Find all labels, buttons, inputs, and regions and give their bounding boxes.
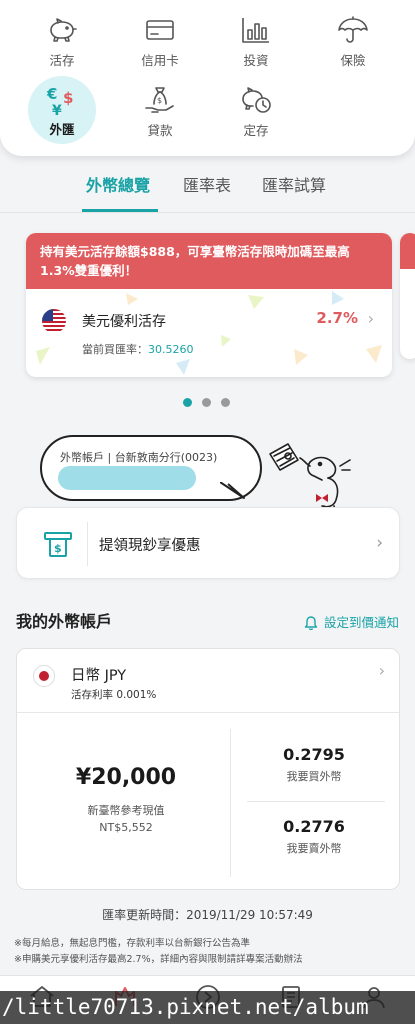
menu-label: 外匯 — [49, 121, 75, 137]
tab-rate-calculator[interactable]: 匯率試算 — [262, 172, 326, 196]
menu-item-loan[interactable]: $ 貸款 — [120, 82, 200, 150]
withdraw-cash-label: 提領現鈔享優惠 — [99, 538, 201, 554]
menu-item-demand-deposit[interactable]: 活存 — [22, 12, 102, 80]
credit-card-icon — [146, 20, 174, 40]
promo-buy-rate: 當前買匯率：30.5260 — [82, 341, 194, 357]
disclaimer-text: ※申購美元享優利活存最高2.7%，詳細內容與限制請詳專案活動辦法 — [14, 954, 303, 965]
menu-label: 投資 — [243, 53, 269, 68]
svg-text:$: $ — [54, 542, 62, 555]
menu-item-insurance[interactable]: 保險 — [313, 12, 393, 80]
twd-reference-value: NT$5,552 — [99, 821, 153, 834]
piggy-clock-icon — [242, 87, 271, 113]
menu-label: 保險 — [340, 53, 366, 68]
divider — [0, 212, 415, 213]
withdraw-cash-offer-card[interactable]: $ 提領現鈔享優惠 › — [16, 507, 400, 579]
carousel-indicator — [183, 398, 230, 407]
divider — [17, 712, 399, 713]
promo-card[interactable]: 持有美元活存餘額$888，可享臺幣活存限時加碼至最高1.3%雙重優利！ 美元優利… — [26, 233, 392, 377]
divider — [247, 801, 385, 802]
carousel-dot[interactable] — [221, 398, 230, 407]
twd-reference-label: 新臺幣參考現值 — [87, 804, 165, 817]
svg-text:€: € — [46, 85, 57, 103]
menu-item-time-deposit[interactable]: 定存 — [216, 82, 296, 150]
rate-alert-link[interactable]: 設定到價通知 — [304, 612, 399, 631]
promo-product-name: 美元優利活存 — [82, 314, 166, 330]
menu-item-investment[interactable]: 投資 — [216, 12, 296, 80]
promo-body: 美元優利活存 2.7% › 當前買匯率：30.5260 — [26, 289, 392, 377]
buy-rate-label: 我要買外幣 — [286, 770, 342, 783]
disclaimer-text: ※每月給息，無起息門檻，存款利率以台新銀行公告為準 — [14, 938, 250, 949]
account-interest-rate: 活存利率 0.001% — [71, 689, 157, 701]
chevron-right-icon: › — [367, 309, 374, 328]
promo-rate: 2.7% — [316, 309, 358, 327]
buy-rate-value: 0.2795 — [283, 745, 345, 764]
promo-buy-rate-value: 30.5260 — [148, 343, 194, 356]
menu-label: 定存 — [243, 123, 269, 138]
sell-rate-value: 0.2776 — [283, 817, 345, 836]
menu-item-credit-card[interactable]: 信用卡 — [120, 12, 200, 80]
confetti-decoration — [36, 291, 382, 375]
masked-account-number — [58, 466, 196, 490]
account-balance: ¥20,000 — [75, 765, 177, 790]
menu-label: 貸款 — [147, 123, 173, 138]
promo-banner: 持有美元活存餘額$888，可享臺幣活存限時加碼至最高1.3%雙重優利！ — [26, 233, 392, 289]
svg-text:¥: ¥ — [52, 103, 62, 119]
us-flag-icon — [42, 309, 66, 333]
bubble-tail — [220, 482, 245, 499]
menu-label: 活存 — [49, 53, 75, 68]
next-promo-card[interactable] — [400, 233, 415, 359]
my-forex-accounts-title: 我的外幣帳戶 — [16, 612, 113, 631]
menu-label: 信用卡 — [141, 53, 179, 68]
bell-icon — [304, 615, 318, 630]
buy-forex-button[interactable]: 0.2795 我要買外幣 — [243, 745, 385, 784]
money-hand-icon: $ — [145, 87, 174, 113]
atm-cash-icon: $ — [44, 532, 72, 557]
tab-rate-table[interactable]: 匯率表 — [183, 172, 231, 196]
rate-alert-label: 設定到價通知 — [323, 615, 399, 630]
forex-active-highlight: € $ ¥ 外匯 — [28, 76, 96, 144]
watermark-text: /little70713.pixnet.net/album — [0, 991, 415, 1024]
svg-text:$: $ — [63, 89, 73, 107]
divider — [87, 522, 88, 566]
chevron-right-icon: › — [376, 533, 383, 553]
menu-item-forex[interactable]: € $ ¥ 外匯 — [22, 76, 102, 150]
chevron-right-icon[interactable]: › — [379, 661, 385, 680]
tab-overview[interactable]: 外幣總覽 — [86, 172, 150, 196]
piggy-bank-icon — [50, 18, 77, 42]
tab-bar: 外幣總覽 匯率表 匯率試算 — [0, 166, 415, 214]
top-menu: 活存 信用卡 投資 保險 € $ ¥ 外匯 $ 貸款 定存 — [0, 0, 415, 156]
rate-update-time: 匯率更新時間：2019/11/29 10:57:49 — [102, 908, 313, 922]
japan-flag-icon — [33, 665, 55, 687]
carousel-dot[interactable] — [183, 398, 192, 407]
account-currency[interactable]: 日幣 JPY — [71, 664, 126, 685]
currency-exchange-icon: € $ ¥ — [46, 85, 73, 119]
bar-chart-icon — [242, 18, 269, 43]
svg-text:$: $ — [157, 96, 162, 105]
carousel-dot[interactable] — [202, 398, 211, 407]
sell-forex-button[interactable]: 0.2776 我要賣外幣 — [243, 817, 385, 856]
account-branch-text: 外幣帳戶 | 台新敦南分行(0023) — [60, 451, 218, 464]
jpy-account-card: 日幣 JPY 活存利率 0.001% › ¥20,000 新臺幣參考現值 NT$… — [16, 648, 400, 890]
sell-rate-label: 我要賣外幣 — [286, 842, 342, 855]
umbrella-icon — [338, 16, 368, 43]
promo-buy-rate-label: 當前買匯率： — [82, 343, 148, 356]
